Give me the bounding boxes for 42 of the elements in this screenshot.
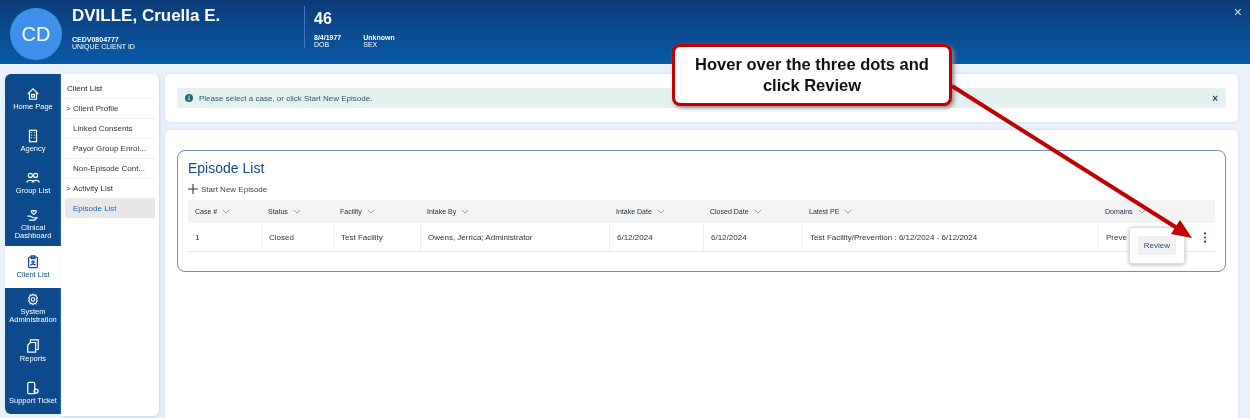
table-cell: Closed	[261, 223, 333, 251]
panel-title: Episode List	[188, 160, 266, 176]
submenu-item[interactable]: Payor Group Enrol...	[65, 139, 155, 159]
chevron-down-icon	[656, 209, 665, 214]
table-cell: Owens, Jerrica; Administrator	[420, 223, 609, 251]
chevron-down-icon	[222, 209, 231, 214]
chevron-down-icon	[366, 209, 375, 214]
client-name: DVILLE, Cruella E.	[72, 6, 222, 27]
chevron-down-icon	[1137, 209, 1146, 214]
table-cell: 6/12/2024	[703, 223, 802, 251]
close-button[interactable]: ×	[1212, 92, 1218, 104]
document-icon	[26, 338, 40, 353]
table-cell-text: 1	[194, 231, 201, 244]
hand-heart-icon	[26, 209, 40, 222]
review-menu-item[interactable]: Review	[1137, 236, 1176, 255]
chevron-down-icon	[292, 209, 301, 214]
submenu-item[interactable]: Linked Consents	[65, 119, 155, 139]
gear-icon	[26, 293, 40, 306]
table-cell: Test Facility/Prevention : 6/12/2024 - 6/12/2024	[802, 223, 1098, 251]
avatar: CD	[10, 8, 62, 60]
people-icon	[26, 170, 40, 185]
info-icon	[185, 94, 193, 102]
building-icon	[26, 128, 40, 143]
submenu-item[interactable]: > Client Profile	[65, 99, 155, 119]
phone-gear-icon	[26, 380, 40, 395]
chevron-down-icon	[844, 209, 853, 214]
submenu-title: Client List	[65, 80, 155, 99]
chevron-down-icon	[461, 209, 470, 214]
callout: Hover over the three dots and click Review	[672, 44, 952, 106]
table-cell: Test Facility	[333, 223, 420, 251]
table-cell: 6/12/2024	[609, 223, 703, 251]
more-icon[interactable]	[1203, 231, 1207, 243]
client-age: 46	[314, 9, 333, 29]
start-new-episode-button[interactable]: Start New Episode	[188, 184, 268, 194]
submenu-item[interactable]: Episode List	[65, 199, 155, 218]
chevron-down-icon	[753, 209, 762, 214]
close-button[interactable]: ×	[1233, 4, 1242, 20]
submenu-item[interactable]: Non-Episode Cont...	[65, 159, 155, 179]
house-icon	[26, 86, 40, 101]
plus-icon	[188, 184, 198, 194]
alert-message: Please select a case, or click Start New Episode.	[199, 93, 374, 103]
clipboard-icon	[26, 254, 40, 269]
